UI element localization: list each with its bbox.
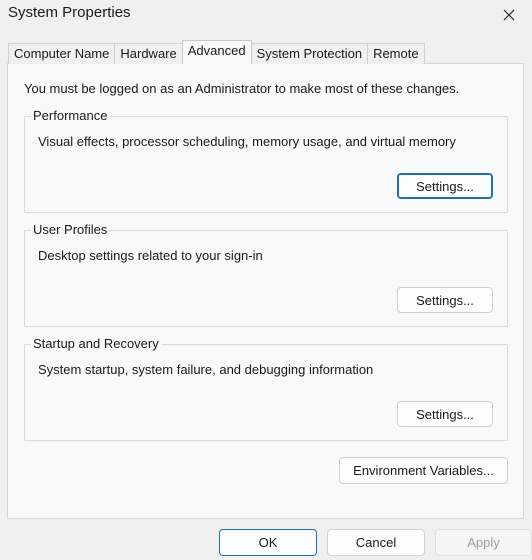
ok-button[interactable]: OK	[219, 529, 317, 556]
cancel-button[interactable]: Cancel	[327, 529, 425, 556]
tab-remote[interactable]: Remote	[367, 43, 425, 64]
group-desc-performance: Visual effects, processor scheduling, me…	[38, 134, 456, 149]
title-bar: System Properties	[0, 0, 532, 30]
tab-strip: Computer Name Hardware Advanced System P…	[8, 40, 425, 64]
tab-computer-name[interactable]: Computer Name	[8, 43, 116, 64]
group-desc-startup-recovery: System startup, system failure, and debu…	[38, 362, 374, 377]
group-user-profiles: User Profiles Desktop settings related t…	[24, 222, 508, 327]
group-title-performance: Performance	[31, 108, 110, 123]
user-profiles-settings-button[interactable]: Settings...	[397, 287, 493, 313]
environment-variables-button[interactable]: Environment Variables...	[339, 457, 508, 484]
group-performance: Performance Visual effects, processor sc…	[24, 108, 508, 213]
window-title: System Properties	[8, 4, 131, 21]
group-desc-user-profiles: Desktop settings related to your sign-in	[38, 248, 263, 263]
tab-advanced[interactable]: Advanced	[181, 40, 252, 64]
tab-hardware[interactable]: Hardware	[114, 43, 183, 64]
group-title-startup-recovery: Startup and Recovery	[31, 336, 161, 351]
close-icon	[503, 9, 515, 21]
startup-recovery-settings-button[interactable]: Settings...	[397, 401, 493, 427]
tab-system-protection[interactable]: System Protection	[250, 43, 369, 64]
close-button[interactable]	[486, 0, 532, 30]
apply-button[interactable]: Apply	[435, 529, 532, 556]
group-startup-recovery: Startup and Recovery System startup, sys…	[24, 336, 508, 441]
performance-settings-button[interactable]: Settings...	[397, 173, 493, 199]
admin-note: You must be logged on as an Administrato…	[24, 81, 460, 96]
group-title-user-profiles: User Profiles	[31, 222, 110, 237]
